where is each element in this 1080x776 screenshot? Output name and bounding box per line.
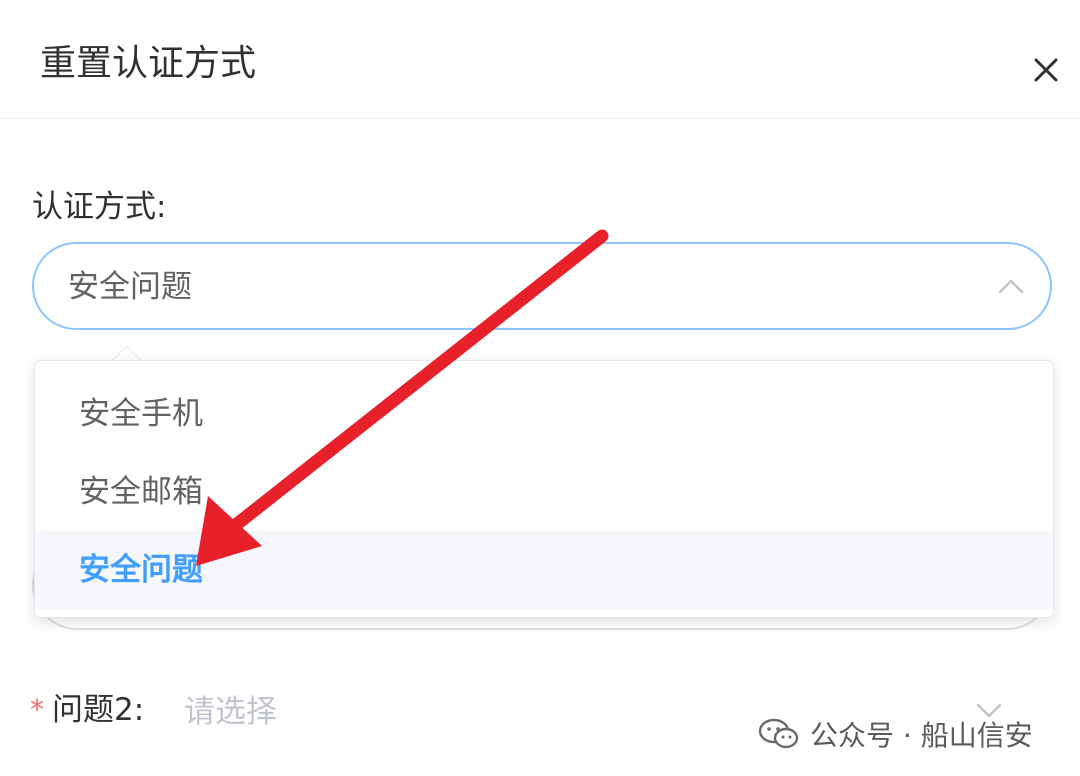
dialog-title: 重置认证方式 xyxy=(40,43,257,84)
wechat-icon xyxy=(758,718,799,749)
close-icon[interactable] xyxy=(1026,50,1066,90)
chevron-up-icon[interactable] xyxy=(996,274,1026,298)
close-button[interactable] xyxy=(1026,50,1066,90)
question2-select[interactable]: 请选择 xyxy=(184,690,277,734)
dropdown-option-security-email[interactable]: 安全邮箱 xyxy=(35,453,1053,531)
auth-method-dropdown: 安全手机 安全邮箱 安全问题 xyxy=(34,360,1054,618)
reset-auth-dialog: 重置认证方式 认证方式: 安全问题 安全手机 安全邮箱 安全问题 * 问题2: … xyxy=(0,0,1080,776)
dropdown-option-security-question[interactable]: 安全问题 xyxy=(35,531,1053,609)
auth-method-select-value: 安全问题 xyxy=(68,269,192,305)
dropdown-option-security-phone[interactable]: 安全手机 xyxy=(35,375,1053,453)
watermark: 公众号 · 船山信安 xyxy=(758,712,1033,756)
question2-label: 问题2: xyxy=(52,692,145,728)
dialog-header: 重置认证方式 xyxy=(0,0,1080,119)
auth-method-label: 认证方式: xyxy=(32,189,167,225)
watermark-text: 公众号 · 船山信安 xyxy=(810,719,1033,752)
auth-method-select[interactable]: 安全问题 xyxy=(32,242,1052,330)
required-mark: * xyxy=(30,693,44,726)
